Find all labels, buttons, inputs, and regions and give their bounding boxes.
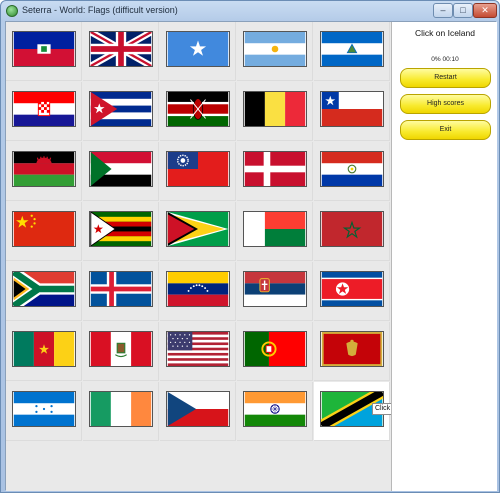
flag-cell-portugal[interactable]: [237, 322, 313, 381]
maximize-button[interactable]: □: [453, 3, 473, 18]
flag-cell-peru[interactable]: [83, 322, 159, 381]
flag-cell-somalia[interactable]: [160, 22, 236, 81]
flag-venezuela: [166, 271, 230, 307]
flag-cell-south-africa[interactable]: [6, 262, 82, 321]
window-title: Seterra - World: Flags (difficult versio…: [22, 5, 178, 15]
app-window: Seterra - World: Flags (difficult versio…: [0, 0, 500, 493]
flag-cell-china[interactable]: [6, 202, 82, 261]
flag-honduras: [12, 391, 76, 427]
flag-cell-ireland[interactable]: [83, 382, 159, 441]
flag-cell-cameroon[interactable]: [6, 322, 82, 381]
flag-cell-india[interactable]: [237, 382, 313, 441]
flag-portugal: [243, 331, 307, 367]
flag-cell-sudan[interactable]: [83, 142, 159, 201]
flag-cell-chile[interactable]: [314, 82, 390, 141]
flag-morocco: [320, 211, 384, 247]
flag-cell-north-korea[interactable]: [314, 262, 390, 321]
flag-cell-croatia[interactable]: [6, 82, 82, 141]
question-prompt: Click on Iceland: [414, 28, 475, 38]
flag-argentina: [243, 31, 307, 67]
flag-cell-honduras[interactable]: [6, 382, 82, 441]
flag-grid: Click o: [6, 22, 400, 491]
flag-cell-iceland[interactable]: [83, 262, 159, 321]
flag-malawi: [12, 151, 76, 187]
side-panel: Click on Iceland 0% 00:10 Restart High s…: [391, 22, 497, 491]
flag-united-kingdom: [89, 31, 153, 67]
seterra-app-icon: [6, 5, 18, 17]
flag-cell-zimbabwe[interactable]: [83, 202, 159, 261]
flag-cell-myanmar-old[interactable]: [160, 142, 236, 201]
flag-cell-kenya[interactable]: [160, 82, 236, 141]
title-bar[interactable]: Seterra - World: Flags (difficult versio…: [1, 1, 499, 21]
flag-cell-cuba[interactable]: [83, 82, 159, 141]
flag-haiti: [12, 31, 76, 67]
flag-somalia: [166, 31, 230, 67]
flag-cell-united-states[interactable]: [160, 322, 236, 381]
flag-cell-guyana[interactable]: [160, 202, 236, 261]
flag-guyana: [166, 211, 230, 247]
flag-united-states: [166, 331, 230, 367]
flag-chile: [320, 91, 384, 127]
flag-myanmar-old: [166, 151, 230, 187]
flag-cell-denmark[interactable]: [237, 142, 313, 201]
flag-denmark: [243, 151, 307, 187]
flag-belgium: [243, 91, 307, 127]
flag-cell-venezuela[interactable]: [160, 262, 236, 321]
high-scores-button[interactable]: High scores: [400, 94, 491, 114]
flag-cell-united-kingdom[interactable]: [83, 22, 159, 81]
flag-zimbabwe: [89, 211, 153, 247]
flag-czech-republic: [166, 391, 230, 427]
flag-cell-czech-republic[interactable]: [160, 382, 236, 441]
minimize-button[interactable]: –: [433, 3, 453, 18]
flag-cell-haiti[interactable]: [6, 22, 82, 81]
exit-button[interactable]: Exit: [400, 120, 491, 140]
flag-cell-serbia[interactable]: [237, 262, 313, 321]
flag-cell-argentina[interactable]: [237, 22, 313, 81]
flag-madagascar: [243, 211, 307, 247]
flag-cuba: [89, 91, 153, 127]
flag-cell-madagascar[interactable]: [237, 202, 313, 261]
flag-cell-belgium[interactable]: [237, 82, 313, 141]
close-button[interactable]: ✕: [473, 3, 497, 18]
flag-kenya: [166, 91, 230, 127]
flag-montenegro: [320, 331, 384, 367]
flag-serbia: [243, 271, 307, 307]
flag-india: [243, 391, 307, 427]
flag-cell-morocco[interactable]: [314, 202, 390, 261]
flag-cameroon: [12, 331, 76, 367]
flag-iceland: [89, 271, 153, 307]
flag-cell-paraguay[interactable]: [314, 142, 390, 201]
flag-peru: [89, 331, 153, 367]
client-area: Click o Click on Iceland 0% 00:10 Restar…: [5, 21, 497, 491]
flag-croatia: [12, 91, 76, 127]
flag-sudan: [89, 151, 153, 187]
flag-china: [12, 211, 76, 247]
flag-south-africa: [12, 271, 76, 307]
flag-ireland: [89, 391, 153, 427]
restart-button[interactable]: Restart: [400, 68, 491, 88]
flag-nicaragua: [320, 31, 384, 67]
flag-cell-nicaragua[interactable]: [314, 22, 390, 81]
flag-paraguay: [320, 151, 384, 187]
flag-cell-malawi[interactable]: [6, 142, 82, 201]
flag-cell-montenegro[interactable]: [314, 322, 390, 381]
flag-north-korea: [320, 271, 384, 307]
score-timer: 0% 00:10: [431, 56, 459, 63]
